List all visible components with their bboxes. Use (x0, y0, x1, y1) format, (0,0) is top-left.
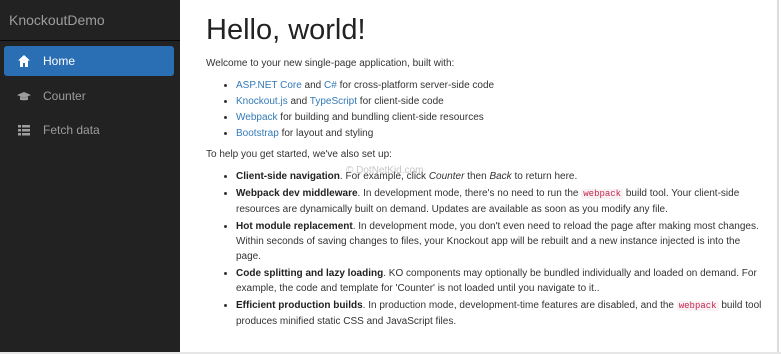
home-icon (17, 54, 31, 68)
sidebar-item-label: Fetch data (43, 123, 100, 137)
list-item-text: for client-side code (357, 96, 444, 107)
list-item: Code splitting and lazy loading. KO comp… (236, 266, 765, 296)
aspnet-core-link[interactable]: ASP.NET Core (236, 80, 302, 91)
webpack-link[interactable]: Webpack (236, 112, 278, 123)
sidebar-item-home[interactable]: Home (4, 46, 174, 76)
page-title: Hello, world! (206, 14, 366, 46)
knockout-link[interactable]: Knockout.js (236, 96, 288, 107)
list-item-text: and (301, 80, 325, 91)
list-item: ASP.NET Core and C# for cross-platform s… (236, 78, 760, 94)
code-snippet: webpack (676, 301, 719, 311)
list-item: Client-side navigation. For example, cli… (236, 169, 765, 184)
typescript-link[interactable]: TypeScript (310, 96, 357, 107)
sidebar-item-label: Counter (43, 89, 86, 103)
list-item: Hot module replacement. In development m… (236, 219, 765, 264)
list-item-text: for cross-platform server-side code (336, 80, 495, 91)
list-icon (17, 123, 31, 137)
feature-emphasis: Counter (428, 171, 465, 182)
feature-text: then (464, 171, 490, 182)
feature-text: . In development mode, there's no need t… (357, 188, 582, 199)
list-item-text: and (287, 96, 310, 107)
list-item: Bootstrap for layout and styling (236, 126, 760, 142)
list-item: Knockout.js and TypeScript for client-si… (236, 94, 760, 110)
list-item: Efficient production builds. In producti… (236, 298, 765, 329)
graduation-cap-icon (17, 89, 31, 103)
feature-title: Client-side navigation (236, 171, 340, 182)
list-item-text: for layout and styling (278, 128, 374, 139)
feature-title: Webpack dev middleware (236, 188, 358, 199)
features-list: Client-side navigation. For example, cli… (220, 169, 765, 331)
list-item-text: for building and bundling client-side re… (277, 112, 484, 123)
watermark: © DotNetKid.com (346, 165, 424, 176)
bootstrap-link[interactable]: Bootstrap (236, 128, 279, 139)
brand-title[interactable]: KnockoutDemo (0, 0, 180, 41)
feature-title: Hot module replacement (236, 221, 353, 232)
feature-text: . In production mode, development-time f… (362, 300, 677, 311)
feature-emphasis: Back (489, 171, 512, 182)
feature-title: Efficient production builds (236, 300, 363, 311)
sidebar: KnockoutDemo Home Counter Fetch data (0, 0, 180, 354)
setup-intro-text: To help you get started, we've also set … (206, 149, 392, 160)
list-item: Webpack dev middleware. In development m… (236, 186, 765, 217)
feature-text: to return here. (511, 171, 578, 182)
tech-list: ASP.NET Core and C# for cross-platform s… (220, 78, 760, 142)
sidebar-item-label: Home (43, 54, 76, 68)
main-content: Hello, world! Welcome to your new single… (180, 0, 779, 354)
feature-title: Code splitting and lazy loading (236, 268, 384, 279)
sidebar-item-fetch-data[interactable]: Fetch data (4, 115, 174, 145)
sidebar-item-counter[interactable]: Counter (4, 81, 174, 111)
csharp-link[interactable]: C# (324, 80, 337, 91)
code-snippet: webpack (581, 189, 624, 199)
intro-text: Welcome to your new single-page applicat… (206, 58, 455, 69)
list-item: Webpack for building and bundling client… (236, 110, 760, 126)
